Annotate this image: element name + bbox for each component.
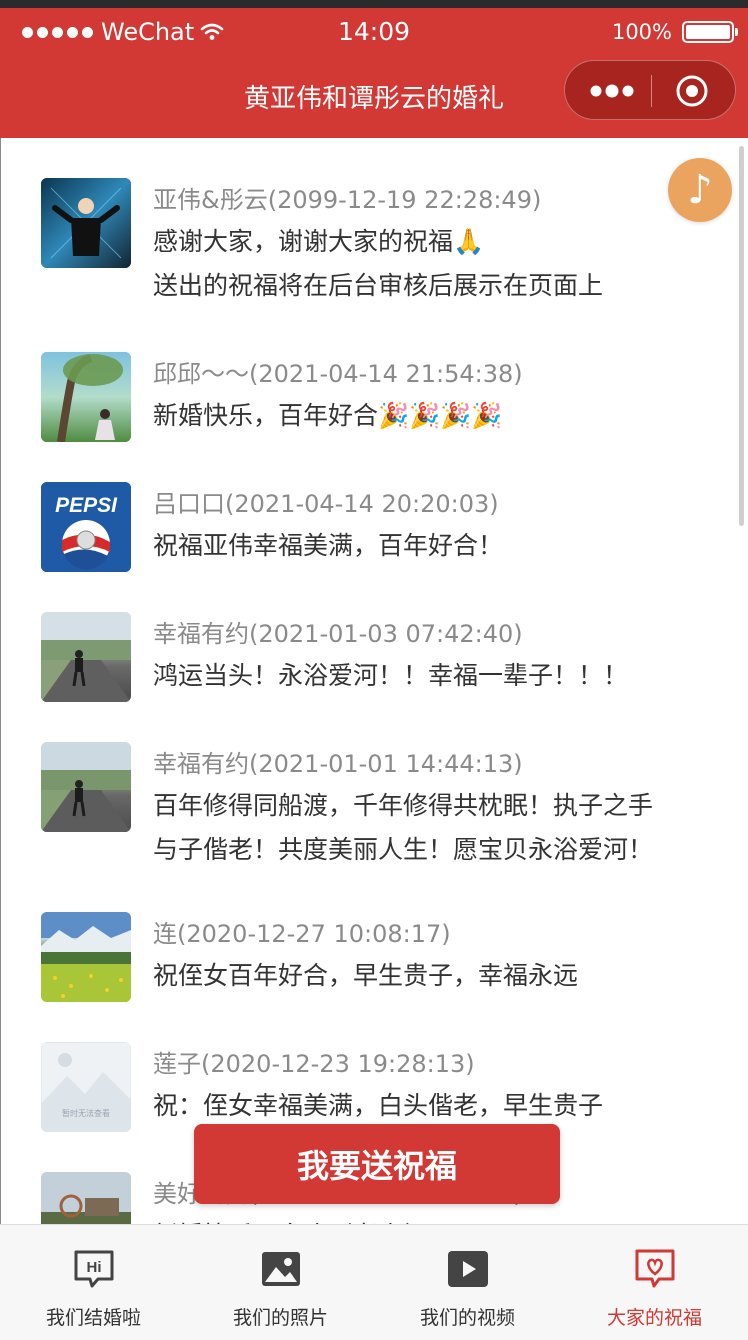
tab-label: 我们的视频 <box>419 1307 515 1329</box>
heart-message-icon <box>635 1249 674 1288</box>
message-body: 连(2020-12-27 10:08:17) 祝侄女百年好合，早生贵子，幸福永远 <box>153 914 723 998</box>
battery-area: 100% <box>611 20 738 44</box>
message-text: 鸿运当头！永浴爱河！！幸福一辈子！！！ <box>153 661 629 690</box>
avatar: PEPSI <box>41 482 131 572</box>
message-body: 邱邱～～(2021-04-14 21:54:38) 新婚快乐，百年好合🎉🎉🎉🎉 <box>153 354 723 438</box>
message-author-time: 幸福有约(2021-01-01 14:44:13) <box>153 750 523 778</box>
title-bar: 黄亚伟和谭彤云的婚礼 <box>0 56 748 138</box>
message-text: 感谢大家，谢谢大家的祝福🙏 <box>153 227 485 256</box>
capsule-divider <box>651 75 652 107</box>
message-text: 祝：侄女幸福美满，白头偕老，早生贵子 <box>153 1091 604 1120</box>
message-text: 新婚快乐，百年好合🎉🎉🎉🎉 <box>153 401 503 430</box>
message-author-time: 亚伟&彤云(2099-12-19 22:28:49) <box>153 186 542 214</box>
tab-blessings[interactable]: 大家的祝福 <box>561 1225 748 1340</box>
message-author-time: 莲子(2020-12-23 19:28:13) <box>153 1050 475 1078</box>
more-icon[interactable] <box>589 83 635 99</box>
battery-icon <box>682 21 738 43</box>
hi-icon: Hi <box>74 1250 113 1288</box>
tab-videos[interactable]: 我们的视频 <box>374 1225 561 1340</box>
message-body: 幸福有约(2021-01-03 07:42:40) 鸿运当头！永浴爱河！！幸福一… <box>153 614 723 698</box>
top-strip <box>0 0 748 8</box>
video-icon <box>447 1251 488 1287</box>
message-body: 莲子(2020-12-23 19:28:13) 祝：侄女幸福美满，白头偕老，早生… <box>153 1044 723 1128</box>
tab-wedding[interactable]: Hi 我们结婚啦 <box>0 1225 187 1340</box>
avatar <box>41 1172 131 1224</box>
avatar <box>41 912 131 1002</box>
avatar-placeholder: 暂时无法查看 <box>41 1042 131 1132</box>
message-body: 幸福有约(2021-01-01 14:44:13) 百年修得同船渡，千年修得共枕… <box>153 744 723 872</box>
tab-photos[interactable]: 我们的照片 <box>187 1225 374 1340</box>
message-text: 祝侄女百年好合，早生贵子，幸福永远 <box>153 961 579 990</box>
mini-program-capsule <box>564 60 736 120</box>
avatar <box>41 742 131 832</box>
avatar <box>41 612 131 702</box>
scrollbar[interactable] <box>739 146 744 526</box>
blessing-list-container[interactable]: 亚伟&彤云(2099-12-19 22:28:49) 感谢大家，谢谢大家的祝福🙏… <box>0 138 748 1224</box>
message-author-time: 邱邱～～(2021-04-14 21:54:38) <box>153 360 523 388</box>
avatar-brand-text: PEPSI <box>55 494 118 517</box>
message-text: 送出的祝福将在后台审核后展示在页面上 <box>153 271 604 300</box>
tab-label: 我们的照片 <box>232 1307 328 1329</box>
message-body: 吕口口(2021-04-14 20:20:03) 祝福亚伟幸福美满，百年好合！ <box>153 484 723 568</box>
message-text: 与子偕老！共度美丽人生！愿宝贝永浴爱河！ <box>153 835 654 864</box>
avatar <box>41 178 131 268</box>
status-bar: WeChat 14:09 100% <box>0 8 748 56</box>
tab-label: 大家的祝福 <box>606 1307 702 1329</box>
message-author-time: 幸福有约(2021-01-03 07:42:40) <box>153 620 523 648</box>
tab-label: 我们结婚啦 <box>45 1307 141 1329</box>
message-body: 亚伟&彤云(2099-12-19 22:28:49) 感谢大家，谢谢大家的祝福🙏… <box>153 180 723 308</box>
message-author-time: 连(2020-12-27 10:08:17) <box>153 920 451 948</box>
svg-text:Hi: Hi <box>86 1259 101 1276</box>
message-text: 百年修得同船渡，千年修得共枕眠！执子之手 <box>153 791 654 820</box>
photo-icon <box>261 1252 300 1286</box>
image-unavailable-text: 暂时无法查看 <box>62 1108 110 1118</box>
battery-percent: 100% <box>611 20 672 44</box>
music-note-icon: ♪ <box>687 167 713 213</box>
send-blessing-button[interactable]: 我要送祝福 <box>194 1124 560 1204</box>
message-author-time: 吕口口(2021-04-14 20:20:03) <box>153 490 499 518</box>
message-text: 祝福亚伟幸福美满，百年好合！ <box>153 531 504 560</box>
message-text: 新婚快乐，白头到老幸福 <box>153 1214 723 1224</box>
tab-bar: Hi 我们结婚啦 我们的照片 我们的视频 大家的祝福 <box>0 1224 748 1340</box>
music-toggle-button[interactable]: ♪ <box>668 158 732 222</box>
avatar <box>41 352 131 442</box>
close-mini-program-icon[interactable] <box>675 74 709 108</box>
